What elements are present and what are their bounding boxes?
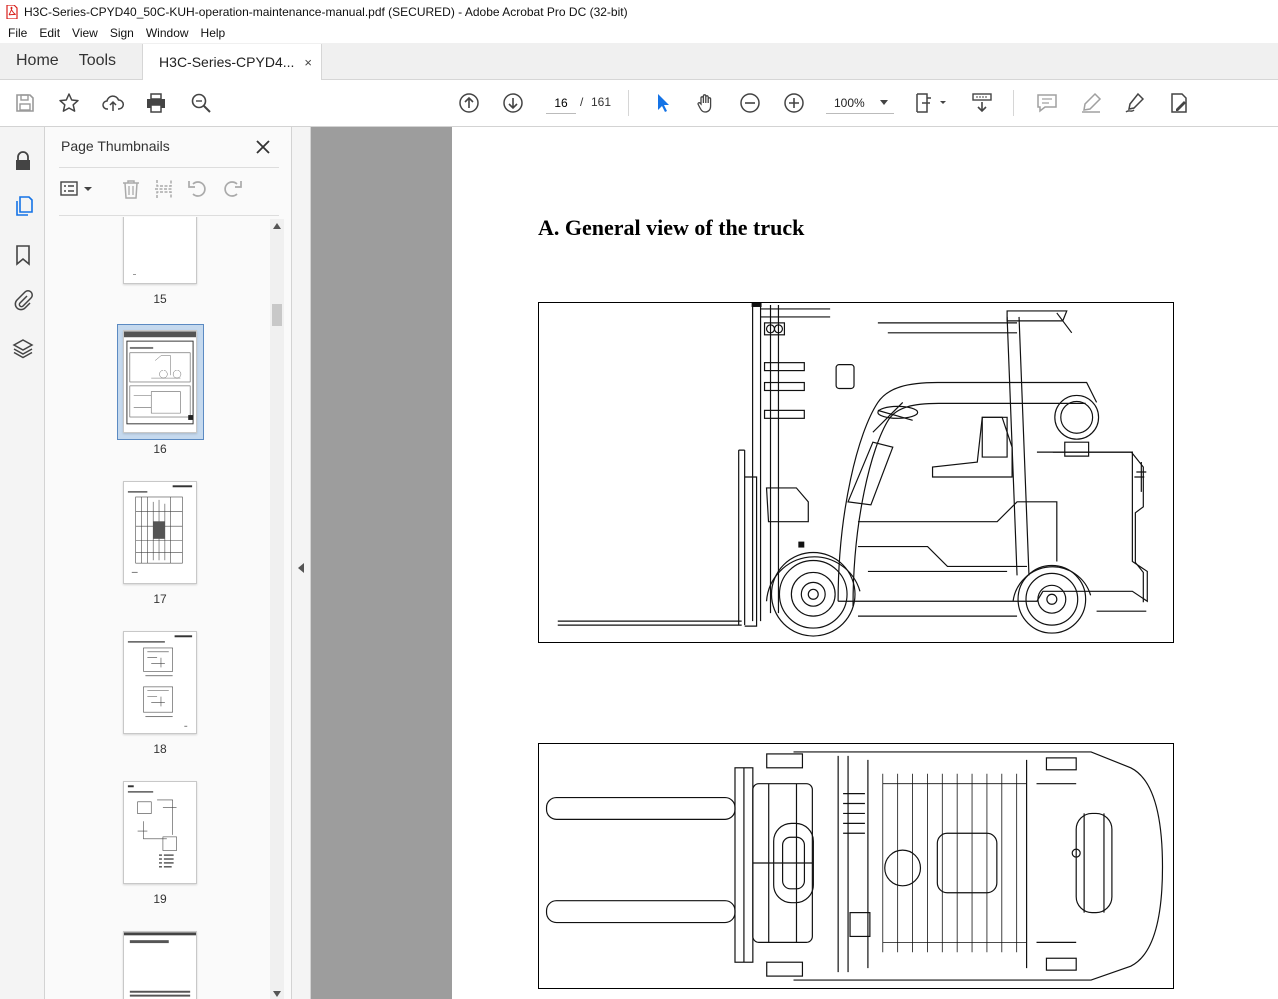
menu-bar: File Edit View Sign Window Help [0, 23, 1278, 43]
save-icon[interactable] [13, 91, 37, 115]
delete-trash-icon[interactable] [119, 177, 143, 201]
window-title: H3C-Series-CPYD40_50C-KUH-operation-main… [24, 4, 628, 19]
pane-title: Page Thumbnails [61, 138, 170, 154]
page-heading: A. General view of the truck [538, 215, 805, 240]
acrobat-pdf-icon [6, 3, 18, 20]
total-pages: 161 [591, 95, 612, 109]
menu-file[interactable]: File [2, 26, 33, 40]
page-thumbnails-pane: Page Thumbnails 15 16 17 18 19 [45, 127, 292, 999]
scroll-up-arrow-icon[interactable] [273, 223, 281, 229]
next-page-icon[interactable] [501, 91, 525, 115]
page-label-16: 16 [153, 442, 167, 456]
previous-page-icon[interactable] [457, 91, 481, 115]
page-number-input[interactable] [546, 92, 576, 114]
truck-top-view-figure [538, 743, 1174, 989]
pane-splitter[interactable] [292, 127, 311, 999]
page-label-15: 15 [153, 292, 167, 306]
document-viewport[interactable]: A. General view of the truck [311, 127, 1278, 999]
page-label-19: 19 [153, 892, 167, 906]
menu-sign[interactable]: Sign [104, 26, 140, 40]
page-label-18: 18 [153, 742, 167, 756]
comment-icon[interactable] [1035, 91, 1059, 115]
truck-top-view-drawing [545, 751, 1164, 981]
scroll-down-arrow-icon[interactable] [273, 991, 281, 997]
scroll-mode-icon[interactable] [970, 91, 994, 115]
pane-divider [59, 167, 279, 168]
thumbnail-options-icon[interactable] [59, 177, 95, 201]
zoom-search-icon[interactable] [189, 91, 213, 115]
pdf-page: A. General view of the truck [452, 127, 1278, 999]
select-cursor-icon[interactable] [650, 91, 674, 115]
menu-view[interactable]: View [66, 26, 104, 40]
title-bar: H3C-Series-CPYD40_50C-KUH-operation-main… [0, 0, 1278, 23]
menu-edit[interactable]: Edit [33, 26, 66, 40]
bookmark-icon[interactable] [11, 243, 35, 267]
tab-tools[interactable]: Tools [75, 43, 132, 79]
menu-window[interactable]: Window [140, 26, 195, 40]
upload-cloud-icon[interactable] [101, 91, 125, 115]
document-tab-label: H3C-Series-CPYD4... [159, 54, 295, 70]
page-thumbnail-17[interactable] [123, 481, 197, 584]
tab-bar: Home Tools H3C-Series-CPYD4... × [0, 43, 1278, 80]
truck-side-view-figure [538, 302, 1174, 643]
close-tab-icon[interactable]: × [304, 55, 312, 70]
attachment-paperclip-icon[interactable] [11, 288, 35, 312]
pane-divider [59, 215, 279, 216]
zoom-level-select[interactable]: 100% [826, 92, 894, 114]
star-icon[interactable] [57, 91, 81, 115]
page-thumbnail-19[interactable] [123, 781, 197, 884]
page-fit-icon[interactable] [913, 91, 947, 115]
truck-side-view-drawing [557, 303, 1148, 637]
chevron-down-icon [880, 100, 888, 105]
close-pane-icon[interactable] [255, 135, 271, 161]
highlight-pen-icon[interactable] [1079, 91, 1103, 115]
zoom-out-icon[interactable] [738, 91, 762, 115]
page-thumbnail-16[interactable] [123, 330, 197, 433]
print-icon[interactable] [144, 91, 168, 115]
tab-home[interactable]: Home [0, 43, 75, 79]
toolbar-divider [628, 90, 629, 116]
tab-document[interactable]: H3C-Series-CPYD4... × [142, 44, 323, 80]
scrollbar-thumb[interactable] [272, 304, 282, 326]
layers-icon[interactable] [11, 336, 35, 360]
zoom-in-icon[interactable] [782, 91, 806, 115]
hand-tool-icon[interactable] [694, 91, 718, 115]
draw-sign-icon[interactable] [1123, 91, 1147, 115]
left-navigation-rail [0, 127, 45, 999]
zoom-level-value: 100% [834, 95, 865, 110]
page-thumbnail-15[interactable] [123, 217, 197, 284]
page-thumbnail-18[interactable] [123, 631, 197, 734]
page-label-17: 17 [153, 592, 167, 606]
rotate-counterclockwise-icon[interactable] [186, 177, 210, 201]
page-thumbnail-20[interactable] [123, 931, 197, 999]
collapse-pane-arrow-icon[interactable] [298, 563, 304, 573]
thumbnail-toolbar [59, 177, 279, 203]
fill-sign-icon[interactable] [1167, 91, 1191, 115]
rotate-clockwise-icon[interactable] [220, 177, 244, 201]
toolbar-divider [1013, 90, 1014, 116]
page-thumbnails-icon[interactable] [11, 194, 35, 218]
insert-pages-icon[interactable] [152, 177, 176, 201]
page-separator: / [580, 95, 584, 109]
thumbnail-list: 15 16 17 18 19 [45, 217, 277, 999]
thumbnail-scrollbar[interactable] [270, 219, 284, 999]
menu-help[interactable]: Help [195, 26, 232, 40]
main-toolbar: / 161 100% [0, 80, 1278, 127]
lock-icon[interactable] [11, 149, 35, 173]
